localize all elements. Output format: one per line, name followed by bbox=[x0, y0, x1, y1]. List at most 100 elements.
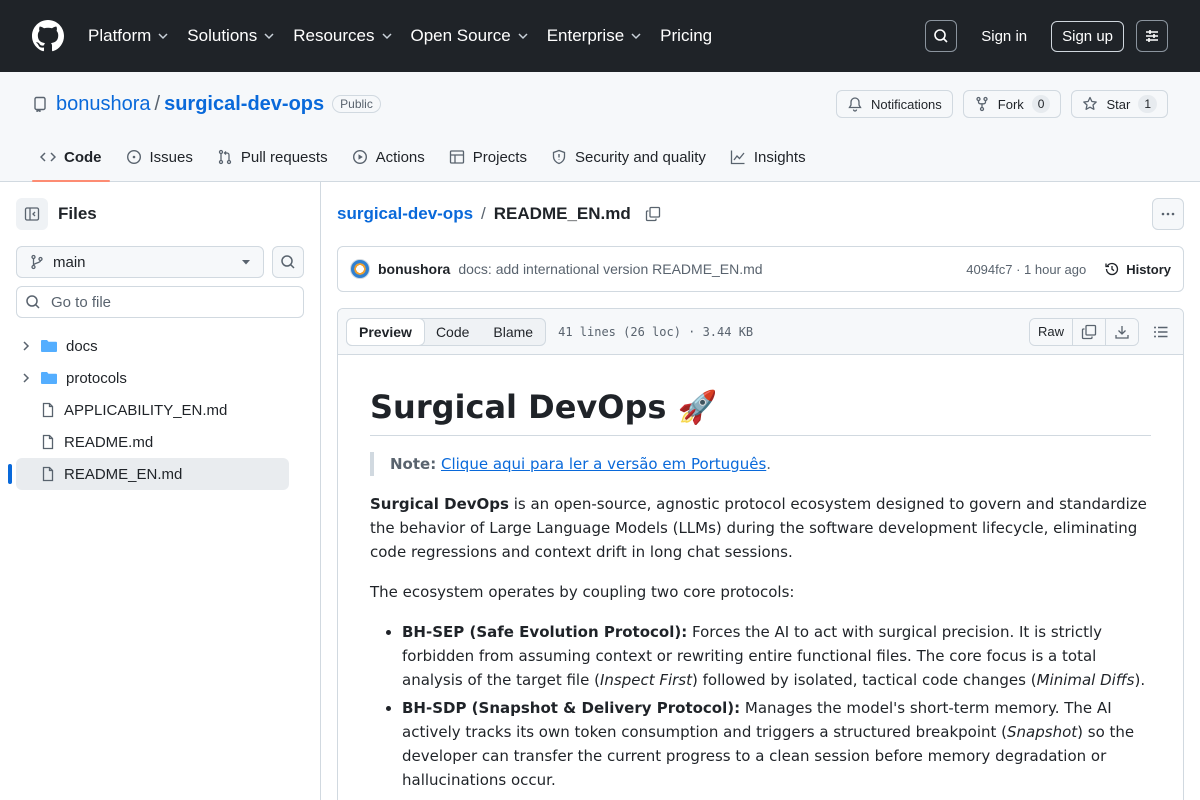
list-item: BH-SDP (Snapshot & Delivery Protocol): M… bbox=[402, 696, 1151, 792]
nav-enterprise[interactable]: Enterprise bbox=[547, 26, 642, 46]
blame-tab[interactable]: Blame bbox=[481, 319, 545, 345]
file-search-button[interactable] bbox=[272, 246, 304, 278]
portuguese-version-link[interactable]: Clique aqui para ler a versão em Portugu… bbox=[441, 455, 766, 473]
file-icon bbox=[42, 402, 54, 418]
avatar[interactable] bbox=[350, 259, 370, 279]
go-to-file-input[interactable]: Go to file bbox=[16, 286, 304, 318]
folder-icon bbox=[41, 340, 57, 352]
github-logo-icon[interactable] bbox=[32, 20, 64, 52]
global-header: Platform Solutions Resources Open Source… bbox=[0, 0, 1200, 72]
main-area: Files main Go to file docs protocols APP… bbox=[0, 182, 1200, 800]
sidebar-collapse-icon bbox=[24, 207, 40, 221]
nav-solutions[interactable]: Solutions bbox=[187, 26, 275, 46]
nav-platform[interactable]: Platform bbox=[88, 26, 169, 46]
file-tools: Raw bbox=[1028, 317, 1175, 346]
nav-pricing[interactable]: Pricing bbox=[660, 26, 712, 46]
tab-issues[interactable]: Issues bbox=[118, 133, 201, 181]
nav-resources[interactable]: Resources bbox=[293, 26, 392, 46]
search-icon bbox=[26, 295, 40, 309]
tab-code[interactable]: Code bbox=[32, 133, 110, 182]
breadcrumb: surgical-dev-ops / README_EN.md bbox=[337, 198, 1184, 230]
preview-tab[interactable]: Preview bbox=[346, 317, 425, 346]
tree-file-readme-en[interactable]: README_EN.md bbox=[8, 458, 289, 490]
chevron-right-icon bbox=[18, 372, 34, 384]
visibility-badge: Public bbox=[332, 95, 381, 113]
sliders-icon bbox=[1146, 30, 1158, 42]
breadcrumb-separator: / bbox=[481, 204, 486, 223]
commit-meta[interactable]: 4094fc7 · 1 hour ago bbox=[966, 262, 1086, 277]
pull-request-icon bbox=[218, 149, 232, 165]
tab-pull-requests[interactable]: Pull requests bbox=[209, 133, 336, 181]
tab-insights[interactable]: Insights bbox=[722, 133, 814, 181]
file-info: 41 lines (26 loc) · 3.44 KB bbox=[558, 324, 754, 339]
tab-projects[interactable]: Projects bbox=[441, 133, 535, 181]
tree-folder-protocols[interactable]: protocols bbox=[16, 362, 289, 394]
history-button[interactable]: History bbox=[1104, 261, 1171, 277]
download-button[interactable] bbox=[1106, 318, 1138, 345]
chevron-down-icon bbox=[158, 33, 168, 40]
chevron-down-icon bbox=[518, 33, 528, 40]
file-icon bbox=[42, 466, 54, 482]
tree-file-readme[interactable]: README.md bbox=[16, 426, 289, 458]
raw-button[interactable]: Raw bbox=[1029, 318, 1073, 345]
files-title: Files bbox=[58, 204, 97, 223]
play-icon bbox=[352, 149, 367, 165]
file-content-area: surgical-dev-ops / README_EN.md bonushor… bbox=[321, 182, 1200, 800]
tab-actions[interactable]: Actions bbox=[344, 133, 433, 181]
notifications-button[interactable]: Notifications bbox=[835, 90, 953, 118]
branch-row: main bbox=[16, 246, 304, 278]
fork-button[interactable]: Fork 0 bbox=[962, 90, 1062, 118]
branch-icon bbox=[31, 254, 43, 270]
graph-icon bbox=[730, 150, 745, 165]
file-toolbar: Preview Code Blame 41 lines (26 loc) · 3… bbox=[338, 309, 1183, 355]
sign-up-button[interactable]: Sign up bbox=[1051, 20, 1124, 52]
repo-header: bonushora / surgical-dev-ops Public Noti… bbox=[0, 72, 1200, 182]
commit-author[interactable]: bonushora bbox=[378, 261, 450, 277]
tree-folder-docs[interactable]: docs bbox=[16, 330, 289, 362]
code-tab[interactable]: Code bbox=[424, 319, 481, 345]
shield-icon bbox=[552, 149, 566, 165]
table-icon bbox=[449, 150, 464, 164]
star-button[interactable]: Star 1 bbox=[1071, 90, 1168, 118]
repo-name-link[interactable]: surgical-dev-ops bbox=[164, 93, 324, 116]
commit-message[interactable]: docs: add international version README_E… bbox=[458, 261, 762, 277]
readme-heading: Surgical DevOps 🚀 bbox=[370, 387, 1151, 436]
issue-icon bbox=[126, 149, 141, 165]
file-tree-sidebar: Files main Go to file docs protocols APP… bbox=[0, 182, 321, 800]
repo-owner-link[interactable]: bonushora bbox=[56, 93, 151, 116]
folder-icon bbox=[41, 372, 57, 384]
star-count: 1 bbox=[1138, 95, 1157, 113]
code-icon bbox=[40, 152, 56, 162]
breadcrumb-repo-link[interactable]: surgical-dev-ops bbox=[337, 204, 473, 224]
intro-paragraph: Surgical DevOps is an open-source, agnos… bbox=[370, 495, 1147, 561]
bell-icon bbox=[848, 97, 862, 112]
branch-selector[interactable]: main bbox=[16, 246, 264, 278]
file-icon bbox=[42, 434, 54, 450]
repo-tabs: Code Issues Pull requests Actions Projec… bbox=[32, 133, 822, 182]
caret-down-icon bbox=[242, 260, 250, 265]
note-label: Note: bbox=[390, 455, 437, 473]
breadcrumb-file: README_EN.md bbox=[493, 204, 631, 223]
collapse-sidebar-button[interactable] bbox=[16, 198, 48, 230]
file-viewer: Preview Code Blame 41 lines (26 loc) · 3… bbox=[337, 308, 1184, 800]
outline-list-icon[interactable] bbox=[1153, 324, 1169, 340]
tab-security[interactable]: Security and quality bbox=[543, 133, 714, 181]
latest-commit-box: bonushora docs: add international versio… bbox=[337, 246, 1184, 292]
ecosystem-paragraph: The ecosystem operates by coupling two c… bbox=[370, 583, 795, 601]
chevron-right-icon bbox=[18, 340, 34, 352]
settings-button[interactable] bbox=[1136, 20, 1168, 52]
sign-in-link[interactable]: Sign in bbox=[981, 28, 1027, 45]
fork-count: 0 bbox=[1031, 95, 1051, 113]
protocol-list: BH-SEP (Safe Evolution Protocol): Forces… bbox=[370, 620, 1151, 792]
nav-open-source[interactable]: Open Source bbox=[411, 26, 529, 46]
tree-file-applicability[interactable]: APPLICABILITY_EN.md bbox=[16, 394, 289, 426]
copy-raw-button[interactable] bbox=[1073, 318, 1106, 345]
star-icon bbox=[1083, 96, 1098, 110]
more-options-button[interactable] bbox=[1152, 198, 1184, 230]
markdown-body: Surgical DevOps 🚀 Note: Clique aqui para… bbox=[338, 355, 1183, 800]
copy-path-icon[interactable] bbox=[645, 206, 661, 222]
raw-tool-group: Raw bbox=[1028, 317, 1139, 346]
repo-icon bbox=[34, 96, 46, 112]
chevron-down-icon bbox=[264, 33, 274, 40]
search-button[interactable] bbox=[925, 20, 958, 52]
